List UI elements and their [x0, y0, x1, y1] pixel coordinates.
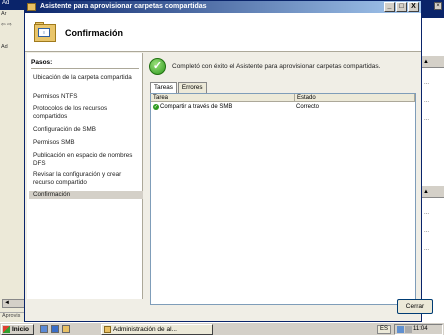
tab-errors[interactable]: Errores [177, 82, 207, 93]
server-manager-icon[interactable] [51, 325, 59, 333]
column-header-state[interactable]: Estado [295, 94, 415, 102]
start-label: Inicio [12, 326, 29, 333]
close-button[interactable]: Cerrar [397, 299, 433, 314]
close-window-button[interactable]: X [408, 2, 419, 12]
steps-sidebar: Pasos: Ubicación de la carpeta compartid… [27, 53, 143, 299]
background-panel-header: ▲ [421, 56, 444, 68]
background-panel-header: ▲ [421, 186, 444, 198]
task-name: Compartir a través de SMB [160, 104, 233, 110]
wizard-header: ≡ Confirmación [25, 13, 421, 52]
minimize-button[interactable]: _ [384, 2, 395, 12]
volume-icon[interactable] [405, 326, 412, 333]
success-check-icon: ✓ [153, 104, 159, 110]
maximize-button[interactable]: □ [396, 2, 407, 12]
background-item: ... [424, 246, 430, 252]
wizard-titlebar[interactable]: Asistente para aprovisionar carpetas com… [25, 1, 421, 13]
background-window-right: × ▲ ▲ ... ... ... ... ... ... [420, 0, 444, 322]
step-ntfs-permissions[interactable]: Permisos NTFS [31, 93, 141, 101]
clock: 11:04 [413, 326, 428, 332]
success-check-icon: ✓ [149, 58, 166, 75]
windows-logo-icon [3, 326, 10, 333]
page-title: Confirmación [65, 28, 124, 38]
step-review-settings[interactable]: Revisar la configuración y crear recurso… [31, 171, 141, 186]
wizard-title: Asistente para aprovisionar carpetas com… [40, 3, 207, 10]
taskbar-item-label: Administración de al... [113, 326, 177, 333]
step-confirmation[interactable]: Confirmación [29, 191, 143, 199]
step-smb-settings[interactable]: Configuración de SMB [31, 126, 141, 134]
background-item: ... [424, 116, 430, 122]
background-item: ... [424, 228, 430, 234]
background-scroll-left-button[interactable]: ◄ [2, 299, 26, 308]
table-row[interactable]: ✓ Compartir a través de SMB Correcto [152, 103, 414, 111]
desktop-icon[interactable] [40, 325, 48, 333]
taskbar-item[interactable]: Administración de al... [101, 324, 213, 335]
shared-folder-icon: ≡ [34, 22, 56, 42]
folder-icon [104, 326, 111, 333]
taskbar: Inicio Administración de al... ES 11:04 [0, 322, 444, 335]
tasks-list[interactable]: Tarea Estado ✓ Compartir a través de SMB… [150, 93, 416, 305]
start-button[interactable]: Inicio [1, 324, 34, 335]
confirmation-panel: ✓ Completó con éxito el Asistente para a… [144, 53, 421, 305]
step-dfs-namespace[interactable]: Publicación en espacio de nombres DFS [31, 152, 141, 167]
background-item: ... [424, 98, 430, 104]
step-smb-permissions[interactable]: Permisos SMB [31, 139, 141, 147]
divider [31, 68, 139, 69]
language-indicator[interactable]: ES [377, 325, 391, 334]
background-item: ... [424, 210, 430, 216]
task-state: Correcto [296, 104, 320, 110]
wizard-window: Asistente para aprovisionar carpetas com… [24, 0, 433, 322]
explorer-icon[interactable] [62, 325, 70, 333]
step-share-protocols[interactable]: Protocolos de los recursos compartidos [31, 105, 141, 120]
success-message: Completó con éxito el Asistente para apr… [172, 63, 381, 70]
network-icon[interactable] [397, 326, 404, 333]
steps-label: Pasos: [31, 59, 53, 66]
background-item: ... [424, 80, 430, 86]
step-shared-folder-location[interactable]: Ubicación de la carpeta compartida [31, 74, 141, 82]
column-header-task[interactable]: Tarea [151, 94, 295, 102]
background-close-icon[interactable]: × [434, 2, 442, 10]
system-tray: 11:04 [394, 324, 443, 335]
folder-icon [27, 3, 36, 11]
